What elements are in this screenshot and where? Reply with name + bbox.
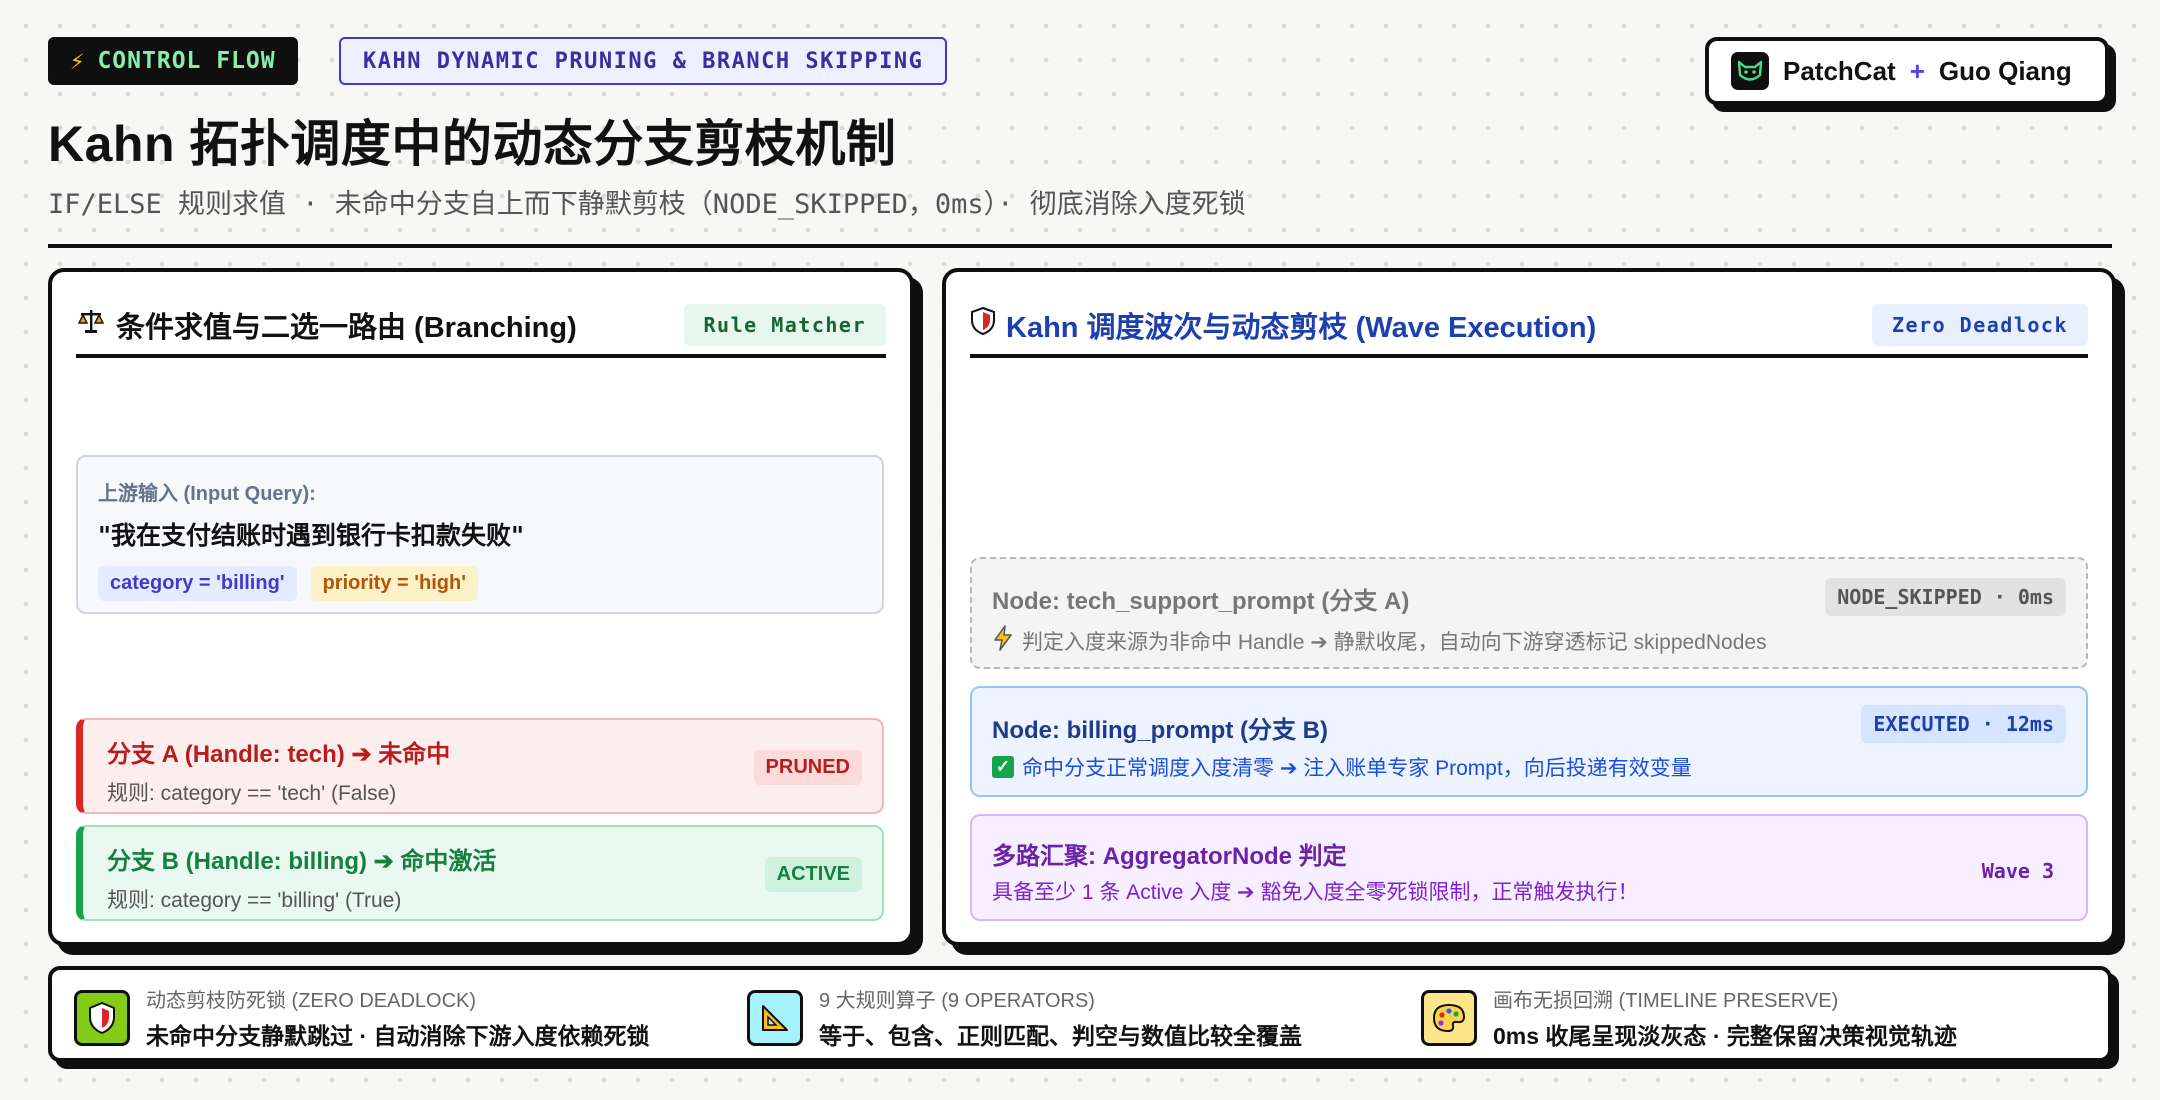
node-tech-support-title: Node: tech_support_prompt (分支 A)	[992, 588, 1410, 615]
input-query-card: 上游输入 (Input Query): "我在支付结账时遇到银行卡扣款失败" c…	[76, 455, 884, 614]
feature-operators-text: 等于、包含、正则匹配、判空与数值比较全覆盖	[819, 1023, 1302, 1049]
lightning-icon	[992, 625, 1014, 657]
feature-operators-label: 9 大规则算子 (9 OPERATORS)	[819, 990, 1095, 1012]
node-aggregator-desc: 具备至少 1 条 Active 入度 ➔ 豁免入度全零死锁限制，正常触发执行！	[992, 881, 1639, 904]
node-aggregator-title: 多路汇聚: AggregatorNode 判定	[992, 843, 1347, 870]
brand-badge: PatchCat + Guo Qiang	[1705, 37, 2109, 105]
feature-zero-deadlock-label: 动态剪枝防死锁 (ZERO DEADLOCK)	[146, 990, 477, 1012]
input-query-text: "我在支付结账时遇到银行卡扣款失败"	[98, 521, 525, 550]
category-chip: category = 'billing'	[98, 566, 297, 601]
wave-execution-panel: Kahn 调度波次与动态剪枝 (Wave Execution) Zero Dea…	[942, 268, 2116, 946]
brand-name-author: Guo Qiang	[1938, 55, 2072, 86]
branching-panel-title: 条件求值与二选一路由 (Branching)	[76, 304, 577, 346]
shield-icon	[970, 306, 996, 344]
feature-zero-deadlock: 动态剪枝防死锁 (ZERO DEADLOCK) 未命中分支静默跳过 · 自动消除…	[74, 984, 649, 1051]
input-query-label: 上游输入 (Input Query):	[98, 483, 316, 505]
scales-icon	[76, 306, 106, 344]
feature-zero-deadlock-text: 未命中分支静默跳过 · 自动消除下游入度依赖死锁	[146, 1023, 650, 1049]
rule-matcher-badge: Rule Matcher	[683, 304, 886, 346]
branch-b-rule: 规则: category == 'billing' (True)	[107, 889, 402, 912]
branch-a-title: 分支 A (Handle: tech) ➔ 未命中	[107, 741, 451, 768]
active-badge: ACTIVE	[764, 857, 862, 892]
brand-plus: +	[1909, 55, 1925, 86]
branch-b-card: 分支 B (Handle: billing) ➔ 命中激活 规则: catego…	[76, 825, 884, 921]
feature-timeline-label: 画布无损回溯 (TIMELINE PRESERVE)	[1493, 990, 1839, 1012]
wave-execution-panel-header: Kahn 调度波次与动态剪枝 (Wave Execution) Zero Dea…	[970, 296, 2088, 358]
feature-footer: 动态剪枝防死锁 (ZERO DEADLOCK) 未命中分支静默跳过 · 自动消除…	[48, 966, 2112, 1062]
zero-deadlock-badge: Zero Deadlock	[1871, 304, 2088, 346]
feature-timeline-text: 0ms 收尾呈现淡灰态 · 完整保留决策视觉轨迹	[1493, 1023, 1957, 1049]
node-tech-support-prompt: Node: tech_support_prompt (分支 A) NODE_SK…	[970, 557, 2088, 669]
node-billing-prompt: Node: billing_prompt (分支 B) EXECUTED · 1…	[970, 686, 2088, 797]
node-aggregator-desc-row: 具备至少 1 条 Active 入度 ➔ 豁免入度全零死锁限制，正常触发执行！	[992, 876, 1638, 906]
branch-a-rule: 规则: category == 'tech' (False)	[107, 782, 397, 805]
check-icon: ✓	[992, 756, 1014, 778]
page-subtitle: IF/ELSE 规则求值 · 未命中分支自上而下静默剪枝（NODE_SKIPPE…	[48, 189, 1246, 220]
page-title: Kahn 拓扑调度中的动态分支剪枝机制	[48, 116, 897, 172]
branch-a-card: 分支 A (Handle: tech) ➔ 未命中 规则: category =…	[76, 718, 884, 814]
node-executed-badge: EXECUTED · 12ms	[1861, 705, 2066, 743]
branching-panel-title-text: 条件求值与二选一路由 (Branching)	[116, 312, 577, 344]
feature-timeline: 画布无损回溯 (TIMELINE PRESERVE) 0ms 收尾呈现淡灰态 ·…	[1421, 984, 1957, 1051]
branching-panel: 条件求值与二选一路由 (Branching) Rule Matcher 上游输入…	[48, 268, 914, 946]
pruning-tag: KAHN DYNAMIC PRUNING & BRANCH SKIPPING	[339, 37, 948, 85]
control-flow-tag-label: CONTROL FLOW	[97, 48, 276, 74]
wave-execution-panel-title-text: Kahn 调度波次与动态剪枝 (Wave Execution)	[1006, 312, 1597, 344]
pruned-badge: PRUNED	[753, 750, 862, 785]
node-billing-desc-row: ✓ 命中分支正常调度入度清零 ➔ 注入账单专家 Prompt，向后投递有效变量	[992, 752, 1692, 782]
node-tech-support-desc-row: 判定入度来源为非命中 Handle ➔ 静默收尾，自动向下游穿透标记 skipp…	[992, 625, 1767, 657]
palette-icon	[1421, 989, 1477, 1046]
wave-badge: Wave 3	[1981, 859, 2054, 883]
input-chips: category = 'billing' priority = 'high'	[98, 566, 862, 601]
control-flow-tag: ⚡ CONTROL FLOW	[48, 37, 298, 85]
pruning-tag-label: KAHN DYNAMIC PRUNING & BRANCH SKIPPING	[363, 48, 924, 74]
branching-panel-header: 条件求值与二选一路由 (Branching) Rule Matcher	[76, 296, 886, 358]
node-skipped-badge: NODE_SKIPPED · 0ms	[1825, 578, 2066, 616]
branch-b-title: 分支 B (Handle: billing) ➔ 命中激活	[107, 848, 497, 875]
node-billing-title: Node: billing_prompt (分支 B)	[992, 717, 1328, 744]
patchcat-logo-icon	[1731, 52, 1769, 90]
node-billing-desc: 命中分支正常调度入度清零 ➔ 注入账单专家 Prompt，向后投递有效变量	[1022, 757, 1692, 780]
priority-chip: priority = 'high'	[310, 566, 478, 601]
feature-operators: 9 大规则算子 (9 OPERATORS) 等于、包含、正则匹配、判空与数值比较…	[747, 984, 1302, 1051]
brand-name-patchcat: PatchCat	[1783, 55, 1896, 86]
lightning-icon: ⚡	[70, 47, 86, 75]
triangle-ruler-icon	[747, 989, 803, 1046]
shield-icon	[74, 989, 130, 1046]
node-aggregator: 多路汇聚: AggregatorNode 判定 Wave 3 具备至少 1 条 …	[970, 814, 2088, 921]
wave-execution-panel-title: Kahn 调度波次与动态剪枝 (Wave Execution)	[970, 304, 1596, 346]
header-divider	[48, 244, 2112, 248]
node-tech-support-desc: 判定入度来源为非命中 Handle ➔ 静默收尾，自动向下游穿透标记 skipp…	[1022, 631, 1767, 654]
